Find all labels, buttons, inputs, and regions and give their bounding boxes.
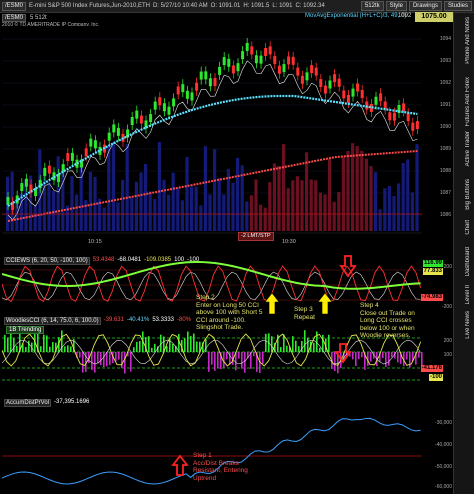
annotation-arrows (171, 255, 357, 476)
step3-up-arrow-icon (317, 292, 333, 315)
step2-up-arrow-icon (264, 292, 280, 315)
step1-up-arrow-icon (171, 454, 189, 476)
woodie-down-arrow-icon (334, 343, 352, 364)
step4-down-arrow-icon (339, 255, 357, 278)
